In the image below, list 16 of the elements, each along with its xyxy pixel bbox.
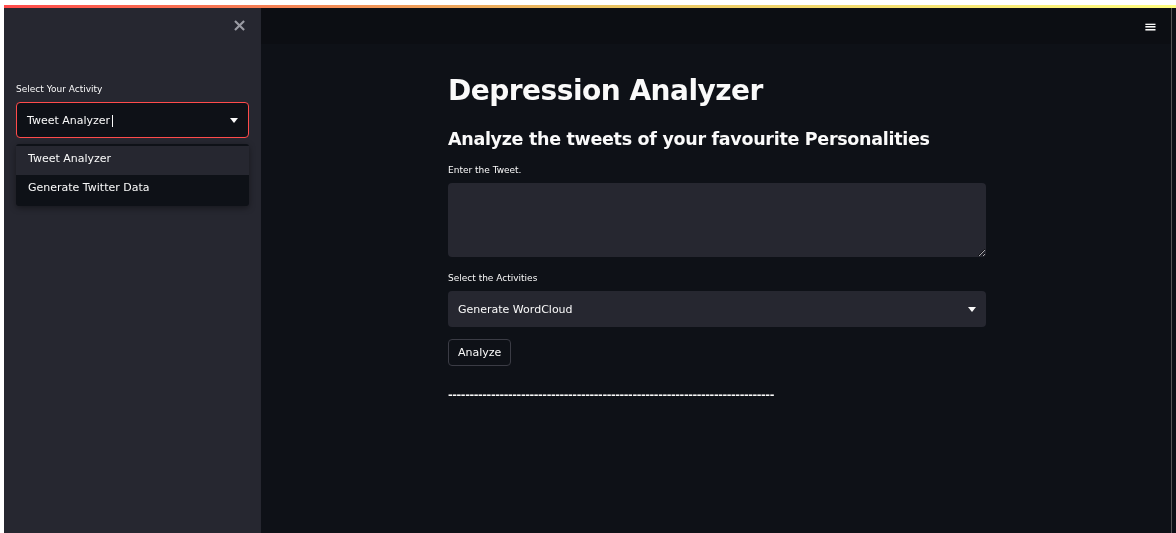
dashed-divider-text: ---------------------------------------------------------------------------- — [448, 388, 774, 401]
tweet-input[interactable] — [448, 183, 986, 257]
activities-label: Select the Activities — [448, 273, 538, 283]
analyze-button[interactable]: Analyze — [448, 339, 512, 366]
caret-icon — [968, 306, 976, 312]
activity-select[interactable]: Tweet Analyzer — [16, 102, 249, 138]
dropdown-option[interactable]: Generate Twitter Data — [16, 175, 249, 204]
menu-icon[interactable]: ≡ — [1143, 16, 1157, 36]
select-label: Select Your Activity — [16, 84, 103, 94]
activities-select[interactable]: Generate WordCloud — [448, 291, 986, 327]
tweet-label: Enter the Tweet. — [448, 165, 522, 175]
caret-icon — [230, 117, 238, 123]
page-title: Depression Analyzer — [448, 74, 763, 107]
close-icon[interactable]: × — [231, 13, 247, 35]
dropdown-option[interactable]: Tweet Analyzer — [16, 146, 249, 175]
page-subtitle: Analyze the tweets of your favourite Personalities — [448, 129, 930, 149]
